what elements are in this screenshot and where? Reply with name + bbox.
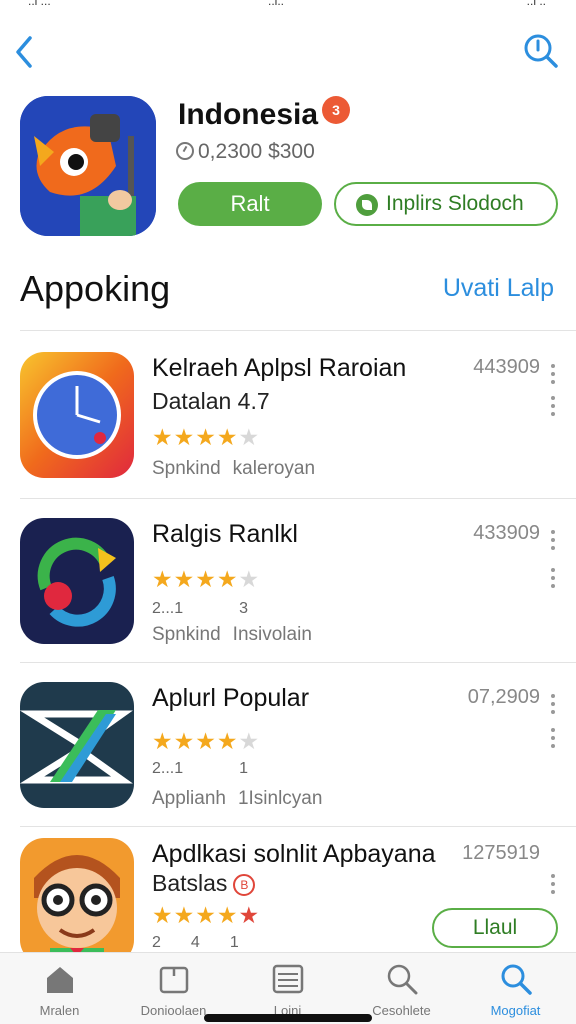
more-icon[interactable] [550,568,556,592]
list-item[interactable]: Aplurl Popular 07,2909 ★★★★★ 2...1 1 Appl… [0,670,576,820]
app-title: Apdlkasi solnlit Apbayana [152,840,436,868]
app-footer: Applianh 1Isinlcyan [152,788,322,810]
app-category: Spnkind [152,624,221,645]
more-icon[interactable] [550,396,556,420]
more-icon[interactable] [550,530,556,554]
notification-badge: 3 [322,96,350,124]
tab-home[interactable]: Mralen [2,953,117,1024]
app-title: Indonesia [178,98,319,131]
star-rating: ★★★★★ [152,424,261,450]
home-icon [47,967,73,993]
status-signal: ..l ... [28,0,51,8]
app-stat: 2...1 [152,760,184,777]
app-stat: 3 [239,600,249,617]
refresh-app-icon [20,518,134,644]
app-subtitle: Datalan 4.7 [152,388,270,414]
leaf-icon [356,194,378,216]
tab-label: Mogofiat [490,1003,541,1018]
app-subtitle: Batslas B [152,870,256,897]
clock-icon [176,142,194,160]
app-stat: 2...1 [152,600,184,617]
app-category: Spnkind [152,458,221,479]
see-all-link[interactable]: Uvati Lalp [443,274,554,303]
app-publisher: kaleroyan [232,458,316,479]
secondary-button[interactable]: Inplirs Slodoch [334,182,558,226]
more-icon[interactable] [550,874,556,898]
app-stat: 4 [190,934,200,951]
app-title: Kelraeh Aplpsl Raroian [152,354,407,382]
app-stats: 2 4 1 [152,934,295,952]
download-count: 443909 [473,356,540,378]
app-stats: 2...1 3 [152,600,304,618]
more-icon[interactable] [550,694,556,718]
app-stat: 2 [152,934,161,951]
grid-icon [272,964,304,994]
get-button[interactable]: Llaul [432,908,558,948]
app-title: Aplurl Popular [152,684,310,712]
download-count: 433909 [473,522,540,544]
list-item[interactable]: Ralgis Ranlkl 433909 ★★★★★ 2...1 3 Spnkin… [0,506,576,656]
app-footer: Spnkind Insivolain [152,624,312,646]
fish-app-icon[interactable] [20,96,156,236]
secondary-button-label: Inplirs Slodoch [386,192,524,215]
download-count: 1275919 [462,842,540,864]
download-count: 07,2909 [467,686,540,708]
divider [20,330,576,331]
star-rating: ★★★★★ [152,902,261,928]
clock-app-icon [20,352,134,478]
star-rating: ★★★★★ [152,566,261,592]
more-icon[interactable] [550,728,556,752]
list-item[interactable]: Kelraeh Aplpsl Raroian Datalan 4.7 44390… [0,340,576,490]
app-footer: Spnkind kaleroyan [152,458,315,480]
app-meta-text: 0,2300 $300 [198,140,315,163]
divider [20,498,576,499]
get-button[interactable]: Ralt [178,182,322,226]
x-logo-app-icon [20,682,134,808]
app-title: Ralgis Ranlkl [152,520,298,548]
divider [20,662,576,663]
list-item[interactable]: Apdlkasi solnlit Apbayana Batslas B 12759… [0,826,576,952]
search-icon [501,964,532,995]
app-subtitle-text: Batslas [152,870,228,896]
app-publisher: Insivolain [232,624,312,645]
navigation-bar [0,28,576,76]
app-publisher: 1Isinlcyan [237,788,323,809]
search-icon [387,964,418,995]
star-rating: ★★★★★ [152,728,261,754]
search-icon[interactable] [522,32,560,70]
app-stat: 1 [229,934,239,951]
app-meta: 0,2300 $300 [176,140,315,164]
publisher-badge: B [233,874,256,896]
status-battery: ..l .. [526,0,546,8]
tab-label: Mralen [39,1003,80,1018]
cartoon-character-app-icon [20,838,134,952]
featured-app: Indonesia 3 0,2300 $300 Ralt Inplirs Slo… [0,92,576,242]
status-time: ..l.. [268,0,285,8]
app-stats: 2...1 1 [152,760,304,778]
tab-search-active[interactable]: Mogofiat [458,953,573,1024]
app-stat: 1 [239,760,249,777]
more-icon[interactable] [550,364,556,388]
calendar-icon [159,966,189,994]
status-bar: ..l ... ..l.. ..l .. [0,0,576,10]
home-indicator[interactable] [204,1014,372,1022]
chevron-left-icon[interactable] [10,32,40,72]
section-title: Appoking [20,268,171,309]
app-category: Applianh [152,788,226,809]
